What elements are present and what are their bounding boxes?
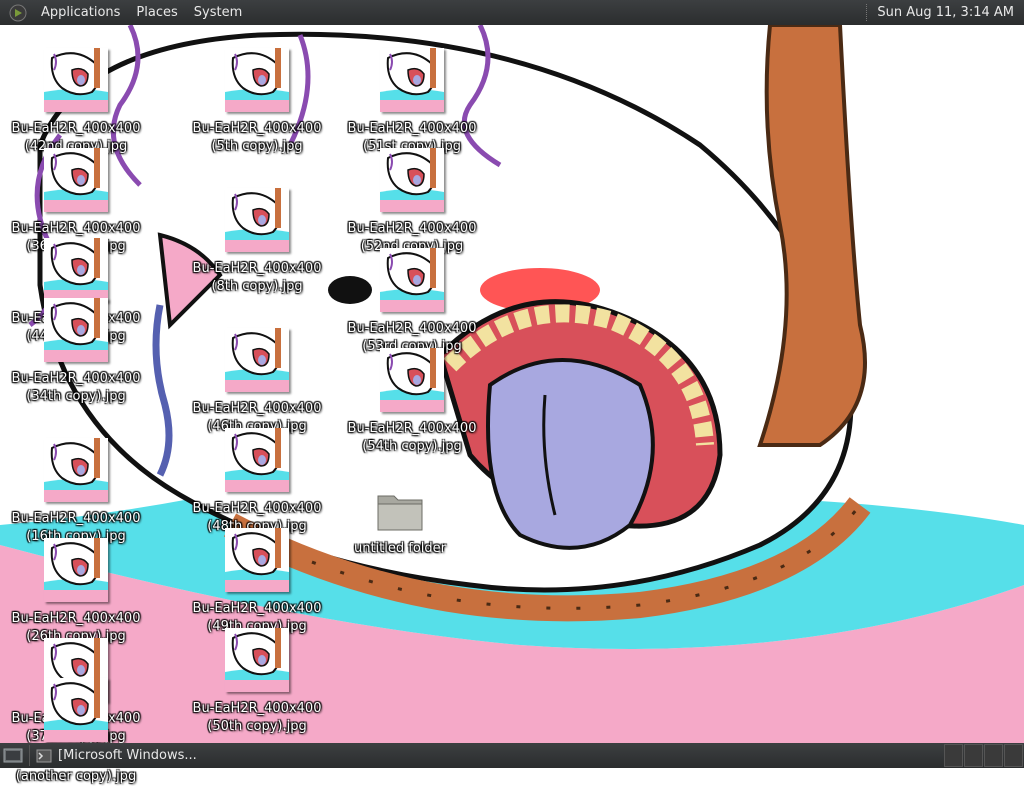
image-file-icon [225, 48, 289, 112]
icon-label-line1: Bu-EaH2R_400x400 [11, 511, 141, 526]
desktop-icon-right-4[interactable]: Bu-EaH2R_400x400 (54th copy).jpg [347, 348, 477, 456]
image-file-icon [225, 528, 289, 592]
icon-label-line1: Bu-EaH2R_400x400 [192, 601, 322, 616]
icon-label-line2: (another copy).jpg [15, 769, 137, 784]
icon-label-line1: Bu-EaH2R_400x400 [347, 221, 477, 236]
icon-label-line2: (34th copy).jpg [26, 389, 126, 404]
workspace-4[interactable] [1004, 744, 1023, 767]
desktop-icon-middle-2[interactable]: Bu-EaH2R_400x400 (8th copy).jpg [192, 188, 322, 296]
icon-label-line2: (8th copy).jpg [211, 279, 303, 294]
panel-separator [866, 4, 869, 21]
icon-label-line2: (5th copy).jpg [211, 139, 303, 154]
desktop-icon-middle-3[interactable]: Bu-EaH2R_400x400 (46th copy).jpg [192, 328, 322, 436]
icon-label: Bu-EaH2R_400x400 (8th copy).jpg [192, 260, 322, 296]
workspace-2[interactable] [964, 744, 983, 767]
icon-label: Bu-EaH2R_400x400 (5th copy).jpg [192, 120, 322, 156]
icon-label: Bu-EaH2R_400x400 (50th copy).jpg [192, 700, 322, 736]
desktop-icon-left-4[interactable]: Bu-EaH2R_400x400 (34th copy).jpg [11, 298, 141, 406]
image-file-icon [44, 298, 108, 362]
image-file-icon [380, 348, 444, 412]
places-menu[interactable]: Places [128, 0, 185, 25]
image-file-icon [225, 188, 289, 252]
icon-label: Bu-EaH2R_400x400 (34th copy).jpg [11, 370, 141, 406]
image-file-icon [44, 148, 108, 212]
icon-label-line1: Bu-EaH2R_400x400 [192, 121, 322, 136]
image-file-icon [44, 538, 108, 602]
image-file-icon [44, 238, 108, 302]
desktop-icon-right-1[interactable]: Bu-EaH2R_400x400 (51st copy).jpg [347, 48, 477, 156]
icon-label-line1: Bu-EaH2R_400x400 [11, 221, 141, 236]
image-file-icon [380, 48, 444, 112]
icon-label-line1: Bu-EaH2R_400x400 [11, 121, 141, 136]
desktop-icon-right-3[interactable]: Bu-EaH2R_400x400 (53rd copy).jpg [347, 248, 477, 356]
image-file-icon [225, 628, 289, 692]
icon-label-line1: Bu-EaH2R_400x400 [192, 501, 322, 516]
desktop-icon-left-5[interactable]: Bu-EaH2R_400x400 (16th copy).jpg [11, 438, 141, 546]
applications-menu[interactable]: Applications [33, 0, 128, 25]
image-file-icon [44, 48, 108, 112]
icon-label-line1: Bu-EaH2R_400x400 [192, 701, 322, 716]
icon-label-line1: Bu-EaH2R_400x400 [347, 121, 477, 136]
image-file-icon [380, 248, 444, 312]
main-menu-icon[interactable] [9, 4, 27, 22]
show-desktop-icon[interactable] [3, 747, 23, 764]
desktop-icon-left-8[interactable]: Bu-EaH2R_400x400 (another copy).jpg [11, 678, 141, 786]
icon-label-line1: Bu-EaH2R_400x400 [347, 321, 477, 336]
image-file-icon [225, 328, 289, 392]
desktop-icon-left-1[interactable]: Bu-EaH2R_400x400 (42nd copy).jpg [11, 48, 141, 156]
taskbar-window-label: [Microsoft Windows... [58, 748, 197, 763]
workspace-1[interactable] [944, 744, 963, 767]
icon-label-line1: Bu-EaH2R_400x400 [11, 371, 141, 386]
taskbar-window-button[interactable]: [Microsoft Windows... [29, 745, 203, 766]
icon-label-line1: Bu-EaH2R_400x400 [192, 261, 322, 276]
icon-label-line2: (54th copy).jpg [362, 439, 462, 454]
icon-label: Bu-EaH2R_400x400 (54th copy).jpg [347, 420, 477, 456]
system-menu[interactable]: System [186, 0, 250, 25]
icon-label-line1: Bu-EaH2R_400x400 [347, 421, 477, 436]
image-file-icon [44, 678, 108, 742]
desktop-icon-middle-1[interactable]: Bu-EaH2R_400x400 (5th copy).jpg [192, 48, 322, 156]
desktop-icon-middle-5[interactable]: Bu-EaH2R_400x400 (49th copy).jpg [192, 528, 322, 636]
desktop-icon-left-6[interactable]: Bu-EaH2R_400x400 (26th copy).jpg [11, 538, 141, 646]
clock[interactable]: Sun Aug 11, 3:14 AM [877, 5, 1024, 20]
desktop-wallpaper [0, 25, 1024, 743]
image-file-icon [380, 148, 444, 212]
image-file-icon [44, 438, 108, 502]
desktop-icon-right-2[interactable]: Bu-EaH2R_400x400 (52nd copy).jpg [347, 148, 477, 256]
icon-label-line1: Bu-EaH2R_400x400 [11, 611, 141, 626]
workspace-3[interactable] [984, 744, 1003, 767]
workspace-switcher[interactable] [944, 744, 1024, 767]
untitled-folder-icon-item[interactable]: untitled folder [335, 488, 465, 558]
image-file-icon [225, 428, 289, 492]
icon-label-line1: Bu-EaH2R_400x400 [192, 401, 322, 416]
desktop-icon-middle-4[interactable]: Bu-EaH2R_400x400 (48th copy).jpg [192, 428, 322, 536]
icon-label-line2: (50th copy).jpg [207, 719, 307, 734]
desktop-icon-middle-6[interactable]: Bu-EaH2R_400x400 (50th copy).jpg [192, 628, 322, 736]
bottom-panel: [Microsoft Windows... [0, 743, 1024, 768]
folder-label: untitled folder [353, 541, 446, 556]
folder-icon [376, 488, 424, 532]
terminal-icon [36, 749, 52, 762]
top-panel: Applications Places System Sun Aug 11, 3… [0, 0, 1024, 25]
